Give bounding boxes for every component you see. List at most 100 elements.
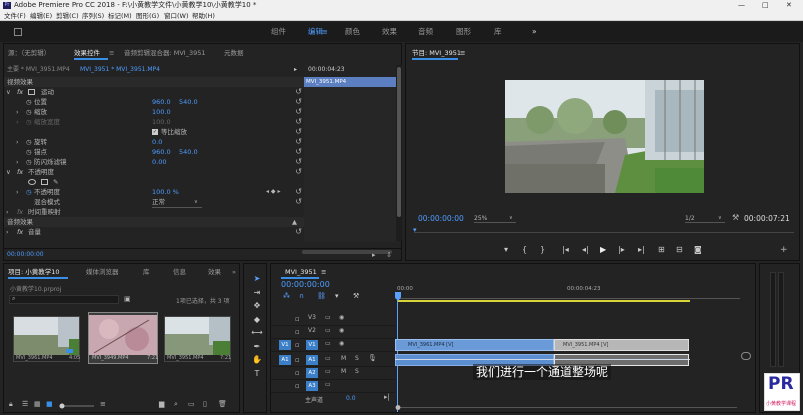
step-back-icon[interactable]: ◂| [582,245,589,254]
expand-icon[interactable]: › [16,107,19,117]
tab-libraries[interactable]: 库 [143,265,150,279]
sync-lock-icon[interactable]: ▭ [325,355,331,362]
pen-tool-icon[interactable]: ✒ [250,340,264,354]
tab-media-browser[interactable]: 媒体浏览器 [86,265,119,279]
sync-lock-icon[interactable]: ▭ [325,381,331,388]
track-select-tool-icon[interactable]: ⇥ [250,286,264,300]
stopwatch-icon[interactable]: ◷ [26,157,32,167]
chevron-down-icon[interactable]: ∨ [718,215,722,221]
effect-scrollbar[interactable] [396,65,402,241]
workspace-graphics[interactable]: 图形 [456,22,471,42]
uniform-scale-checkbox[interactable]: ✓ [152,129,158,135]
slip-tool-icon[interactable]: ⟷ [250,326,264,340]
snap-icon[interactable]: ∩ [299,292,304,300]
workspace-libraries[interactable]: 库 [494,22,502,42]
keyframe-nav-icon[interactable]: ◂ ◆ ▸ [266,187,280,197]
program-time-ruler[interactable] [414,232,794,233]
freeform-view-icon[interactable]: ■ [46,400,53,408]
tab-audio-mixer[interactable]: 音频剪辑混合器: MVI_3951 [124,46,206,60]
effect-zoom-scroll[interactable] [302,250,392,254]
expand-icon[interactable]: › [16,117,19,127]
add-marker-icon[interactable]: ▾ [335,292,339,300]
menu-window[interactable]: 窗口(W) [164,11,189,21]
motion-reset-icon[interactable]: ↺ [295,87,302,97]
minimize-button[interactable]: — [738,0,745,11]
list-view-icon[interactable]: ☰ [22,400,28,408]
eye-icon[interactable]: ◉ [339,340,344,347]
microphone-icon[interactable]: 🎙︎ [368,354,377,362]
sequence-clip-label[interactable]: MVI_3951 * MVI_3951.MP4 [80,65,160,75]
opacity-value[interactable]: 100.0 % [152,187,179,197]
program-menu-icon[interactable]: ≡ [460,46,465,60]
razor-tool-icon[interactable]: ◆ [250,313,264,327]
rotation-value[interactable]: 0.0 [152,137,162,147]
eye-icon[interactable]: ◉ [339,314,344,321]
linked-selection-icon[interactable]: ⛓ [317,292,326,300]
workspace-effects[interactable]: 效果 [382,22,397,42]
export-icon[interactable]: ⇩ [386,251,392,259]
new-bin-icon[interactable]: ▣ [124,295,131,303]
add-marker-icon[interactable]: ▾ [504,245,508,254]
source-patch-v1[interactable]: V1 [279,340,291,350]
program-timecode[interactable]: 00:00:00:00 [418,214,464,223]
menu-marker[interactable]: 标记(M) [108,11,132,21]
pen-mask-icon[interactable]: ✎ [53,177,58,187]
home-icon[interactable] [14,28,22,36]
opacity-section-reset-icon[interactable]: ↺ [295,167,302,177]
volume-reset-icon[interactable]: ↺ [295,227,302,237]
play-only-icon[interactable]: ▸ [294,65,297,75]
go-to-end-icon[interactable]: ▸| [384,393,390,401]
lock-icon[interactable]: ▫ [295,382,300,390]
track-target-a2[interactable]: A2 [306,368,318,378]
antiflicker-value[interactable]: 0.00 [152,157,166,167]
menu-file[interactable]: 文件(F) [4,11,26,21]
export-frame-icon[interactable]: ◙ [694,245,702,254]
uniform-scale-reset-icon[interactable]: ↺ [295,127,302,137]
selection-tool-icon[interactable]: ➤ [250,272,264,286]
go-to-out-icon[interactable]: ▸| [638,245,645,254]
expand-icon[interactable]: › [6,227,9,237]
fx-icon[interactable]: fx [17,167,23,177]
stopwatch-icon[interactable]: ◷ [26,117,32,127]
opacity-reset-icon[interactable]: ↺ [295,187,302,197]
sync-lock-icon[interactable]: ▭ [325,327,331,334]
search-bin-icon[interactable]: ⌕ [174,400,178,409]
expand-icon[interactable]: › [6,207,9,217]
blend-reset-icon[interactable]: ↺ [295,197,302,207]
fx-icon[interactable]: fx [17,227,23,237]
anchor-y-value[interactable]: 540.0 [179,147,198,157]
step-forward-icon[interactable]: |▸ [618,245,625,254]
mute-button[interactable]: M [341,368,346,375]
timeline-menu-icon[interactable]: ≡ [321,265,326,279]
video-clip-2[interactable]: MVI_3951.MP4 [V] [554,339,689,351]
lock-icon[interactable]: ▫ [295,341,300,349]
lock-icon[interactable]: ▫ [295,356,300,364]
volume-row[interactable]: › fx 音量 ↺ [4,227,304,237]
workspace-more[interactable]: » [532,22,537,42]
collapse-up-icon[interactable]: ▲ [292,217,297,227]
project-search-input[interactable]: ⌕ [9,295,119,304]
tab-effect-menu-icon[interactable]: ≡ [109,46,114,60]
mute-button[interactable]: M [341,355,346,362]
sync-lock-icon[interactable]: ▭ [325,368,331,375]
stopwatch-icon[interactable]: ◷ [26,107,32,117]
lift-icon[interactable]: ⊞ [658,245,665,254]
add-button-icon[interactable]: + [780,245,788,255]
fx-icon[interactable]: fx [17,87,23,97]
zoom-slider[interactable] [58,403,96,411]
sync-lock-icon[interactable]: ▭ [325,340,331,347]
scale-width-reset-icon[interactable]: ↺ [295,117,302,127]
solo-button[interactable]: S [355,368,359,375]
source-patch-a1[interactable]: A1 [279,355,291,365]
project-more[interactable]: » [232,265,236,279]
timeline-settings-icon[interactable]: ⚒ [353,292,359,300]
workspace-assembly[interactable]: 组件 [271,22,286,42]
lock-icon[interactable]: 🔒︎ [9,400,13,409]
new-bin-button[interactable]: ▭ [188,400,195,408]
audio-volume-line[interactable] [395,359,690,360]
master-clip-label[interactable]: 主要 * MVI_3951.MP4 [7,65,70,75]
menu-help[interactable]: 帮助(H) [192,11,215,21]
delete-icon[interactable]: 🗑︎ [218,400,227,408]
solo-button[interactable]: S [355,355,359,362]
icon-view-icon[interactable]: ▦ [34,400,41,408]
